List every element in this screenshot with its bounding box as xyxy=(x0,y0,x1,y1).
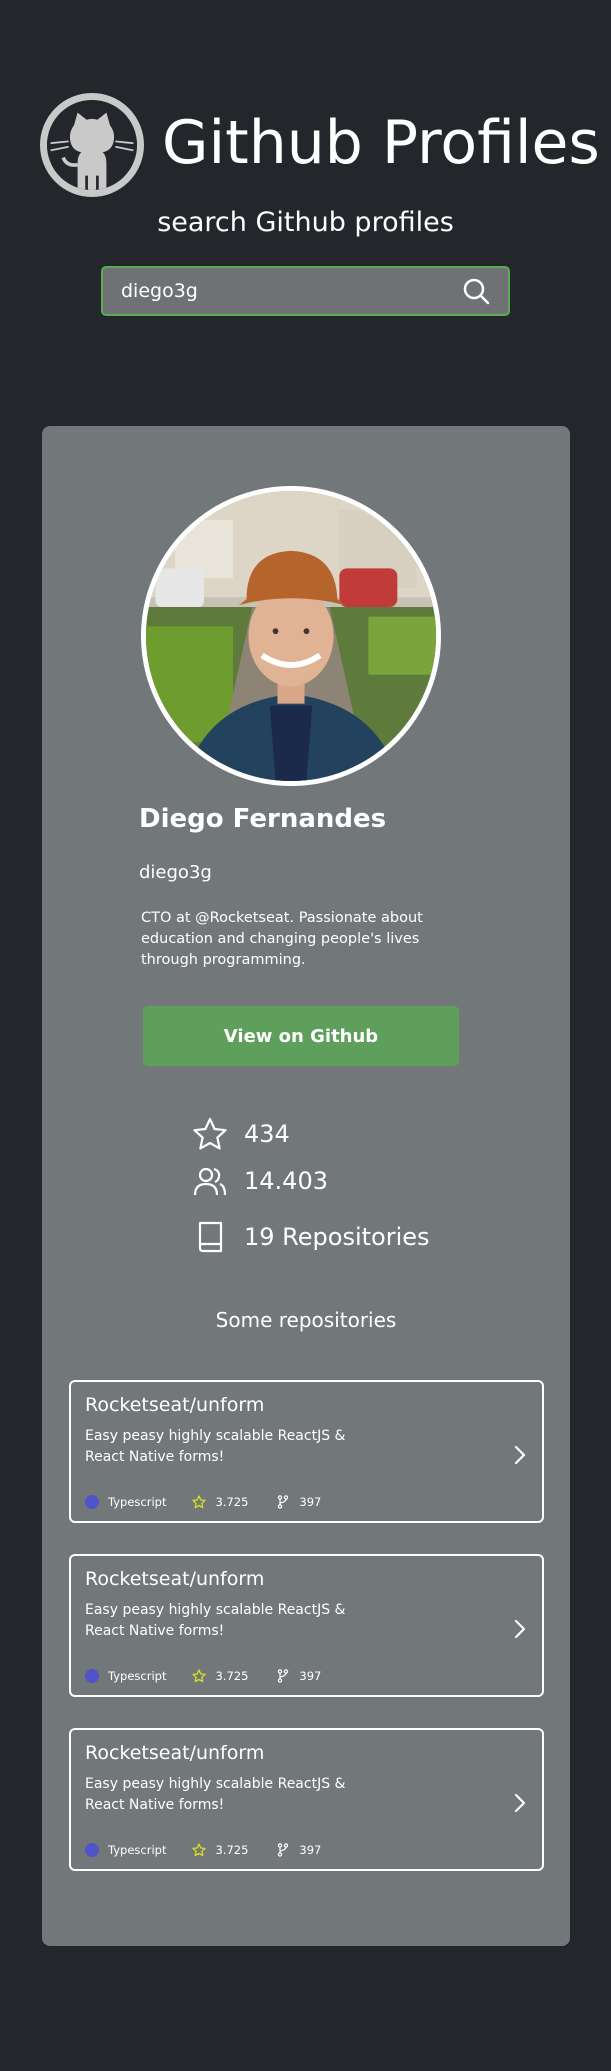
language-dot xyxy=(85,1843,99,1857)
repo-card[interactable]: Rocketseat/unform Easy peasy highly scal… xyxy=(69,1380,544,1523)
git-fork-icon xyxy=(278,1669,289,1683)
view-on-github-button[interactable]: View on Github xyxy=(143,1006,459,1066)
repo-card[interactable]: Rocketseat/unform Easy peasy highly scal… xyxy=(69,1728,544,1871)
star-icon xyxy=(192,1495,207,1509)
avatar xyxy=(141,486,441,786)
repo-stars: 3.725 xyxy=(215,1669,249,1683)
page-subtitle: search Github profiles xyxy=(157,207,454,238)
profile-card: Diego Fernandes diego3g CTO at @Rocketse… xyxy=(42,426,570,1946)
repositories-stat: 19 Repositories xyxy=(192,1217,430,1257)
repo-language: Typescript xyxy=(108,1495,167,1509)
followers-count: 14.403 xyxy=(244,1167,328,1195)
stars-count: 434 xyxy=(244,1120,290,1148)
github-octocat-icon xyxy=(40,93,144,197)
git-fork-icon xyxy=(278,1495,289,1509)
page-header: Github Profiles search Github profiles xyxy=(0,0,611,330)
repo-stars: 3.725 xyxy=(215,1843,249,1857)
star-icon xyxy=(193,1117,227,1150)
language-dot xyxy=(85,1495,99,1509)
profile-bio: CTO at @Rocketseat. Passionate about edu… xyxy=(141,910,423,968)
repo-forks: 397 xyxy=(299,1669,322,1683)
profile-username: diego3g xyxy=(139,862,212,883)
repo-meta: Typescript 3.725 397 xyxy=(85,1668,321,1684)
repositories-section-title: Some repositories xyxy=(215,1308,397,1332)
repo-name: Rocketseat/unform xyxy=(85,1394,265,1416)
git-fork-icon xyxy=(278,1843,289,1857)
repo-description: Easy peasy highly scalable ReactJS & Rea… xyxy=(85,1776,346,1813)
repo-stars: 3.725 xyxy=(215,1495,249,1509)
chevron-right-icon[interactable] xyxy=(512,1792,528,1814)
book-icon xyxy=(198,1221,223,1253)
search-input[interactable] xyxy=(121,268,441,314)
repo-meta: Typescript 3.725 397 xyxy=(85,1842,321,1858)
users-icon xyxy=(193,1167,227,1196)
repo-name: Rocketseat/unform xyxy=(85,1568,265,1590)
followers-stat: 14.403 xyxy=(192,1161,328,1201)
star-icon xyxy=(192,1669,207,1683)
profile-name: Diego Fernandes xyxy=(139,804,387,834)
chevron-right-icon[interactable] xyxy=(512,1444,528,1466)
repo-description: Easy peasy highly scalable ReactJS & Rea… xyxy=(85,1428,346,1465)
search-icon[interactable] xyxy=(462,277,490,305)
page-title: Github Profiles xyxy=(162,108,600,178)
stars-stat: 434 xyxy=(192,1114,290,1154)
chevron-right-icon[interactable] xyxy=(512,1618,528,1640)
repo-meta: Typescript 3.725 397 xyxy=(85,1494,321,1510)
repo-forks: 397 xyxy=(299,1495,322,1509)
repo-language: Typescript xyxy=(108,1843,167,1857)
repo-description: Easy peasy highly scalable ReactJS & Rea… xyxy=(85,1602,346,1639)
repo-name: Rocketseat/unform xyxy=(85,1742,265,1764)
language-dot xyxy=(85,1669,99,1683)
repo-card[interactable]: Rocketseat/unform Easy peasy highly scal… xyxy=(69,1554,544,1697)
repositories-count: 19 Repositories xyxy=(244,1223,430,1251)
search-bar[interactable] xyxy=(101,266,510,316)
repo-forks: 397 xyxy=(299,1843,322,1857)
repo-language: Typescript xyxy=(108,1669,167,1683)
star-icon xyxy=(192,1843,207,1857)
